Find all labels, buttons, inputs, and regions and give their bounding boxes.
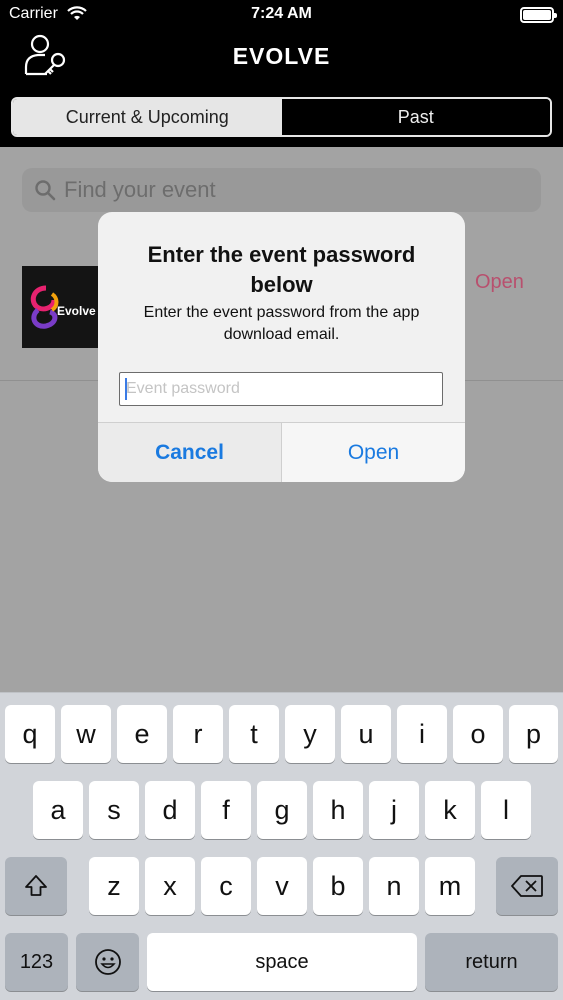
text-caret [125,378,127,400]
alert-buttons: Cancel Open [98,422,465,482]
return-key[interactable]: return [425,933,558,991]
event-logo-text: Evolve [57,304,96,318]
key-s[interactable]: s [89,781,139,839]
tab-past[interactable]: Past [281,99,550,135]
alert-title: Enter the event password below [147,242,416,297]
shift-key[interactable] [5,857,67,915]
numbers-key[interactable]: 123 [5,933,68,991]
key-p[interactable]: p [509,705,558,763]
key-z[interactable]: z [89,857,139,915]
app-header: Carrier 7:24 AM EVOLVE Current & Upcomin… [0,0,563,147]
event-tabs: Current & Upcoming Past [11,97,552,137]
search-placeholder: Find your event [64,177,216,202]
cancel-button[interactable]: Cancel [98,423,282,482]
space-key[interactable]: space [147,933,417,991]
key-k[interactable]: k [425,781,475,839]
event-open-link[interactable]: Open [475,271,524,294]
key-v[interactable]: v [257,857,307,915]
key-n[interactable]: n [369,857,419,915]
key-i[interactable]: i [397,705,447,763]
key-j[interactable]: j [369,781,419,839]
key-e[interactable]: e [117,705,167,763]
backspace-icon [511,875,543,897]
key-l[interactable]: l [481,781,531,839]
alert-message: Enter the event password from the app do… [143,304,420,343]
status-bar: Carrier 7:24 AM [0,0,563,30]
keyboard: q w e r t y u i o p a s d f g h j k l z … [0,692,563,1000]
search-icon [35,180,56,201]
key-b[interactable]: b [313,857,363,915]
emoji-key[interactable] [76,933,139,991]
open-button[interactable]: Open [282,423,465,482]
key-u[interactable]: u [341,705,391,763]
shift-icon [25,875,47,896]
key-r[interactable]: r [173,705,223,763]
key-h[interactable]: h [313,781,363,839]
tab-current-upcoming[interactable]: Current & Upcoming [13,99,282,135]
key-m[interactable]: m [425,857,475,915]
key-y[interactable]: y [285,705,335,763]
battery-icon [520,7,557,23]
key-o[interactable]: o [453,705,503,763]
search-bar[interactable]: Find your event [22,168,541,212]
key-g[interactable]: g [257,781,307,839]
event-logo[interactable]: Evolve [22,266,99,348]
emoji-icon [94,949,121,975]
clock: 7:24 AM [251,5,312,22]
key-d[interactable]: d [145,781,195,839]
key-w[interactable]: w [61,705,111,763]
event-password-input[interactable] [119,372,443,406]
key-a[interactable]: a [33,781,83,839]
key-f[interactable]: f [201,781,251,839]
delete-key[interactable] [496,857,558,915]
password-alert: Enter the event password below Enter the… [98,212,465,482]
key-t[interactable]: t [229,705,279,763]
key-c[interactable]: c [201,857,251,915]
page-title: EVOLVE [232,43,331,69]
key-q[interactable]: q [5,705,55,763]
key-x[interactable]: x [145,857,195,915]
